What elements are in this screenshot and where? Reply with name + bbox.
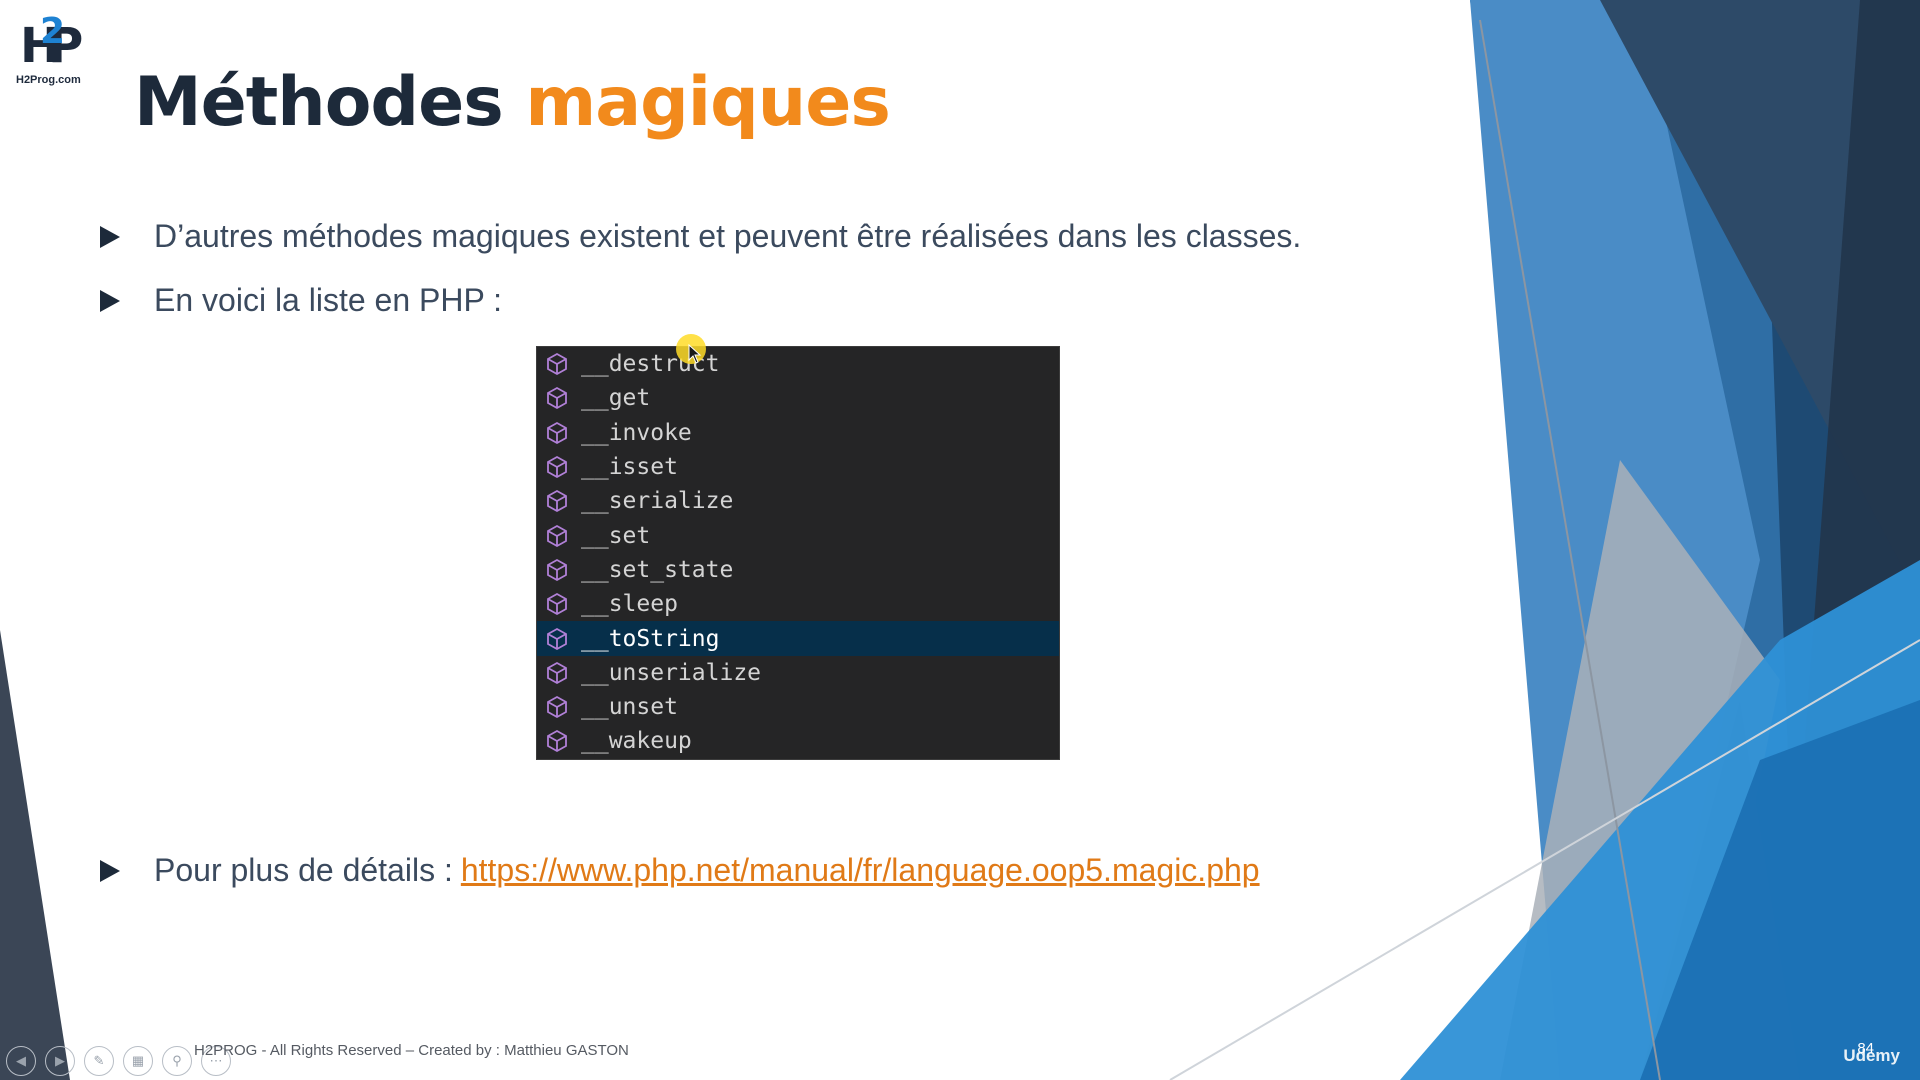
- logo-caption: H2Prog.com: [16, 74, 81, 86]
- suggestion-label: __get: [581, 385, 651, 412]
- method-cube-icon: [547, 558, 567, 581]
- suggestion-item[interactable]: __wakeup: [537, 724, 1059, 758]
- next-slide-button[interactable]: ▶: [45, 1046, 75, 1076]
- bullet-item-2: En voici la liste en PHP :: [100, 282, 502, 319]
- suggestion-label: __toString: [581, 625, 720, 652]
- mouse-cursor-icon: [688, 344, 702, 364]
- suggestion-item[interactable]: __isset: [537, 450, 1059, 484]
- method-cube-icon: [547, 593, 567, 616]
- suggestion-item[interactable]: __unset: [537, 690, 1059, 724]
- zoom-button[interactable]: ⚲: [162, 1046, 192, 1076]
- suggestion-label: __unserialize: [581, 659, 762, 686]
- bullet-triangle-icon: [100, 289, 120, 312]
- pen-tool-button[interactable]: ✎: [84, 1046, 114, 1076]
- bullet-text: D’autres méthodes magiques existent et p…: [154, 218, 1302, 254]
- suggestion-label: __unset: [581, 694, 678, 721]
- bullet-triangle-icon: [100, 225, 120, 248]
- method-cube-icon: [547, 421, 567, 444]
- suggestion-item[interactable]: __serialize: [537, 484, 1059, 518]
- suggestion-item[interactable]: __unserialize: [537, 656, 1059, 690]
- method-cube-icon: [547, 627, 567, 650]
- title-part-dark: Méthodes: [134, 63, 504, 142]
- h2prog-logo: H2P H2Prog.com: [14, 11, 90, 88]
- slides-overview-button[interactable]: ▦: [123, 1046, 153, 1076]
- suggestion-label: __isset: [581, 454, 678, 481]
- previous-slide-button[interactable]: ◀: [6, 1046, 36, 1076]
- suggestion-item[interactable]: __toString: [537, 621, 1059, 656]
- suggestion-item[interactable]: __sleep: [537, 587, 1059, 621]
- bullet-triangle-icon: [100, 859, 120, 882]
- method-cube-icon: [547, 490, 567, 513]
- method-cube-icon: [547, 661, 567, 684]
- suggestion-label: __set: [581, 522, 651, 549]
- suggestion-item[interactable]: __set: [537, 518, 1059, 552]
- bullet-text: En voici la liste en PHP :: [154, 282, 503, 318]
- suggestion-item[interactable]: __set_state: [537, 553, 1059, 587]
- bullet-item-3: Pour plus de détails : https://www.php.n…: [100, 852, 1260, 889]
- suggestion-label: __set_state: [581, 556, 734, 583]
- autocomplete-suggestions-panel[interactable]: __destruct __get __invoke __isset __serializ…: [536, 346, 1060, 760]
- suggestion-item[interactable]: __destruct: [537, 347, 1059, 381]
- slide-title: Méthodes magiques: [134, 60, 891, 146]
- method-cube-icon: [547, 456, 567, 479]
- method-cube-icon: [547, 387, 567, 410]
- suggestion-label: __wakeup: [581, 728, 692, 755]
- title-part-accent: magiques: [525, 63, 890, 142]
- suggestion-item[interactable]: __get: [537, 381, 1059, 415]
- logo-mark: H2P: [20, 11, 83, 74]
- method-cube-icon: [547, 696, 567, 719]
- suggestion-label: __serialize: [581, 488, 734, 515]
- slide-page-number: 84: [1857, 1040, 1874, 1057]
- php-manual-link[interactable]: https://www.php.net/manual/fr/language.o…: [461, 852, 1260, 889]
- suggestion-item[interactable]: __invoke: [537, 416, 1059, 450]
- method-cube-icon: [547, 353, 567, 376]
- slide-footer: H2PROG - All Rights Reserved – Created b…: [194, 1042, 629, 1059]
- bullet-item-1: D’autres méthodes magiques existent et p…: [100, 218, 1301, 255]
- suggestion-label: __invoke: [581, 419, 692, 446]
- suggestion-label: __sleep: [581, 591, 678, 618]
- method-cube-icon: [547, 524, 567, 547]
- bullet-text: Pour plus de détails :: [154, 852, 453, 888]
- method-cube-icon: [547, 730, 567, 753]
